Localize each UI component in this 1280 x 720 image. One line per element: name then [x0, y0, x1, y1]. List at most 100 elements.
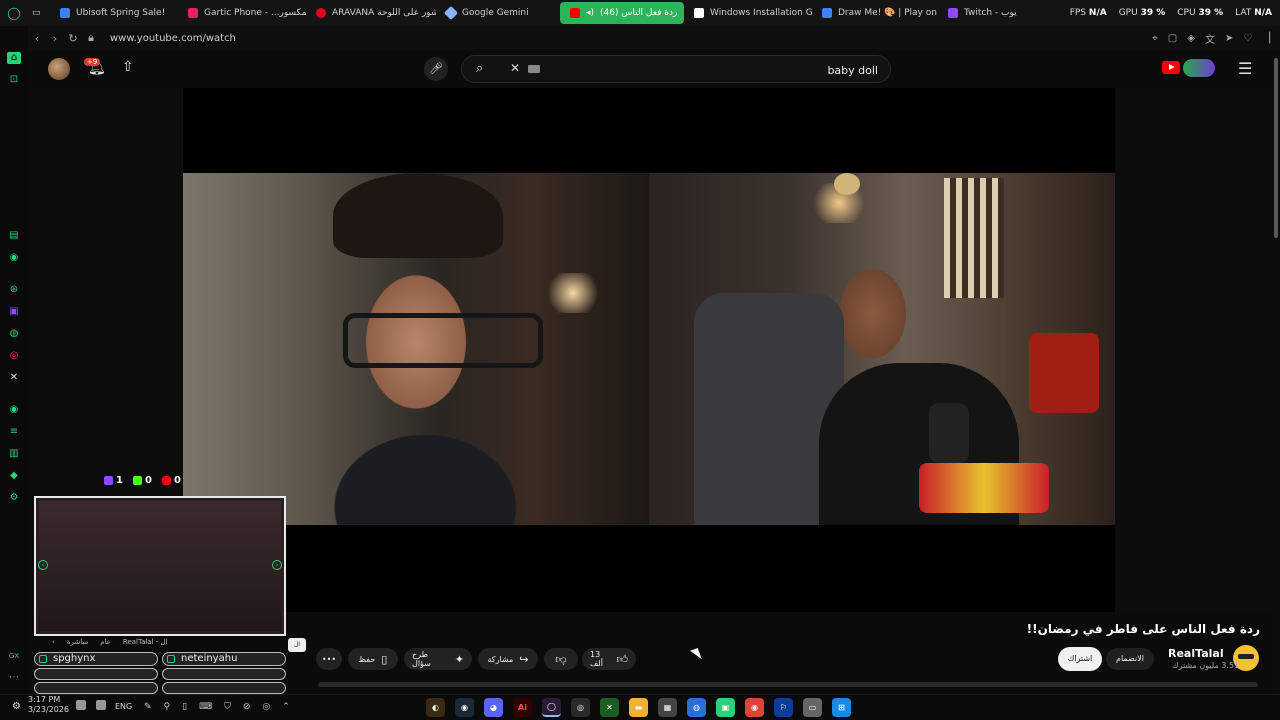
chevron-up-icon[interactable]: ⌃ [282, 702, 290, 712]
chat-message-pill[interactable] [162, 668, 286, 680]
search-input[interactable] [578, 61, 878, 79]
tab-list-icon[interactable]: ▭ [28, 2, 50, 24]
tab-gartic[interactable]: Gartic Phone - ...لف المكسور [178, 2, 306, 24]
save-button[interactable]: حفظ ▯ [348, 648, 398, 670]
heart-icon[interactable]: ♡ [1243, 33, 1252, 44]
x-icon[interactable]: ✕ [7, 372, 21, 384]
chat-user-pill[interactable]: spghynx [34, 652, 158, 666]
app-icon[interactable]: ◐ [426, 698, 445, 717]
playstation-icon[interactable]: ⚐ [774, 698, 793, 717]
sidebar-toggle-icon[interactable]: ▕ [1262, 33, 1270, 44]
chat-message-pill[interactable] [162, 682, 286, 694]
tab-gemini[interactable]: Google Gemini [436, 2, 560, 24]
downloads-icon[interactable]: ▥ [7, 448, 21, 460]
translate-icon[interactable]: 文 [1205, 31, 1215, 46]
history-icon[interactable]: ≡ [7, 426, 21, 438]
horizontal-scrollbar[interactable] [318, 682, 1258, 687]
chrome-icon[interactable]: ◉ [745, 698, 764, 717]
keyboard-icon[interactable] [528, 65, 540, 73]
join-button[interactable]: الانضمام [1106, 648, 1154, 670]
battery-icon[interactable]: ▯ [182, 702, 187, 712]
spotify-icon[interactable]: ◉ [7, 404, 21, 416]
whatsapp-icon[interactable]: ◍ [7, 328, 21, 340]
mute-icon[interactable]: ⊘ [243, 702, 251, 712]
more-icon[interactable]: ⋯ [7, 672, 21, 684]
vertical-scrollbar[interactable] [1272, 50, 1280, 694]
file-explorer-icon[interactable]: ▬ [629, 698, 648, 717]
steam-icon[interactable]: ◉ [455, 698, 474, 717]
network-icon[interactable] [96, 700, 106, 710]
clear-search-icon[interactable]: ✕ [510, 61, 520, 75]
settings-icon[interactable]: ⚙ [7, 492, 21, 504]
video-frame-right-person[interactable] [649, 173, 1115, 525]
ask-button[interactable]: طرح سؤال ✦ [404, 648, 472, 670]
url-text[interactable]: www.youtube.com/watch [110, 33, 236, 44]
snapshot-icon[interactable]: ▢ [1168, 33, 1177, 44]
volume-icon[interactable] [76, 700, 86, 710]
speaker-icon[interactable]: ◂) [586, 8, 594, 18]
opera-gx-icon[interactable]: ◯ [542, 698, 561, 717]
resize-right-handle-icon[interactable]: › [272, 560, 282, 570]
twitch-icon[interactable]: ▣ [7, 306, 21, 318]
ramadan-doodle-icon[interactable] [1183, 59, 1215, 77]
gx-corner-icon[interactable]: ▤ [7, 230, 21, 242]
dislike-button[interactable]: 👎︎ [544, 648, 578, 670]
scrollbar-thumb[interactable] [1274, 58, 1278, 238]
chat-tag[interactable]: ال [288, 638, 306, 652]
subscribe-button[interactable]: اشتراك [1058, 647, 1102, 671]
opera-gx-logo-icon[interactable]: ◯ [0, 2, 28, 24]
video-frame-left-person[interactable] [183, 173, 649, 525]
gamepad-icon[interactable]: ⊡ [7, 74, 21, 86]
youtube-logo-icon[interactable] [1162, 61, 1180, 74]
shield-tray-icon[interactable]: ⛉ [224, 702, 231, 712]
steam-tray-icon[interactable]: ◎ [262, 702, 270, 712]
reload-icon[interactable]: ↻ [64, 32, 82, 45]
settings-gear-icon[interactable]: ⚙ [12, 701, 21, 712]
chat-user-pill[interactable]: neteinyahu [162, 652, 286, 666]
resize-left-handle-icon[interactable]: ‹ [38, 560, 48, 570]
chatgpt-icon[interactable]: ⊛ [7, 284, 21, 296]
tab-ubisoft[interactable]: Ubisoft Spring Sale! [50, 2, 178, 24]
tab-windows-guide[interactable]: Windows Installation Guid [684, 2, 812, 24]
more-actions-button[interactable]: ••• [316, 648, 342, 670]
avatar[interactable] [48, 58, 70, 80]
app-green-icon[interactable]: ▣ [716, 698, 735, 717]
illustrator-icon[interactable]: Ai [513, 698, 532, 717]
pin-icon[interactable]: ⌖ [1152, 33, 1158, 44]
tab-pinterest[interactable]: ARAVANA منشور على اللوحة [306, 2, 436, 24]
keyboard-icon[interactable]: ⌨ [199, 702, 212, 712]
windows-start-icon[interactable]: ⊞ [832, 698, 851, 717]
discord-icon[interactable]: ◕ [484, 698, 503, 717]
share-button[interactable]: مشاركة ↪ [478, 648, 538, 670]
tab-twitch[interactable]: Twitch - يوب [938, 2, 1024, 24]
like-button[interactable]: 13 ألف 👍︎ [582, 648, 636, 670]
send-icon[interactable]: ➤ [1225, 33, 1233, 44]
back-icon[interactable]: ‹ [28, 32, 46, 45]
search-icon[interactable]: ⌕ [476, 61, 483, 76]
home-icon[interactable]: ⌂ [7, 52, 21, 64]
copilot-icon[interactable]: ◍ [687, 698, 706, 717]
pen-icon[interactable]: ✎ [144, 702, 152, 712]
channel-name[interactable]: RealTalal [1168, 647, 1224, 660]
tab-youtube-active[interactable]: ◂)(46) ردة فعل الناس✕ [560, 2, 684, 24]
language-indicator[interactable]: ENG [115, 702, 132, 711]
hamburger-menu-icon[interactable]: ☰ [1238, 59, 1252, 78]
excel-icon[interactable]: ✕ [600, 698, 619, 717]
task-view-icon[interactable]: ▭ [803, 698, 822, 717]
store-icon[interactable]: ▦ [658, 698, 677, 717]
chat-message-pill[interactable] [34, 668, 158, 680]
voice-search-icon[interactable]: 🎤︎ [424, 57, 448, 81]
wallet-icon[interactable]: ◆ [7, 470, 21, 482]
instagram-icon[interactable]: ◎ [7, 350, 21, 362]
clock[interactable]: 3:17 PM 3/23/2026 [28, 695, 69, 715]
forward-icon[interactable]: › [46, 32, 64, 45]
gx-label-icon[interactable]: GX [7, 650, 21, 662]
bag-icon[interactable]: ◉ [7, 252, 21, 264]
shield-icon[interactable]: ◈ [1187, 33, 1195, 44]
chat-prev-icon[interactable]: ‹ [52, 638, 55, 648]
upload-icon[interactable]: ⇧ [122, 59, 134, 75]
browser-icon[interactable]: ◎ [571, 698, 590, 717]
chat-message-pill[interactable] [34, 682, 158, 694]
tab-draw-me[interactable]: Draw Me! 🎨 | Play on Rob [812, 2, 938, 24]
mic-icon[interactable]: ⚲ [164, 702, 171, 712]
